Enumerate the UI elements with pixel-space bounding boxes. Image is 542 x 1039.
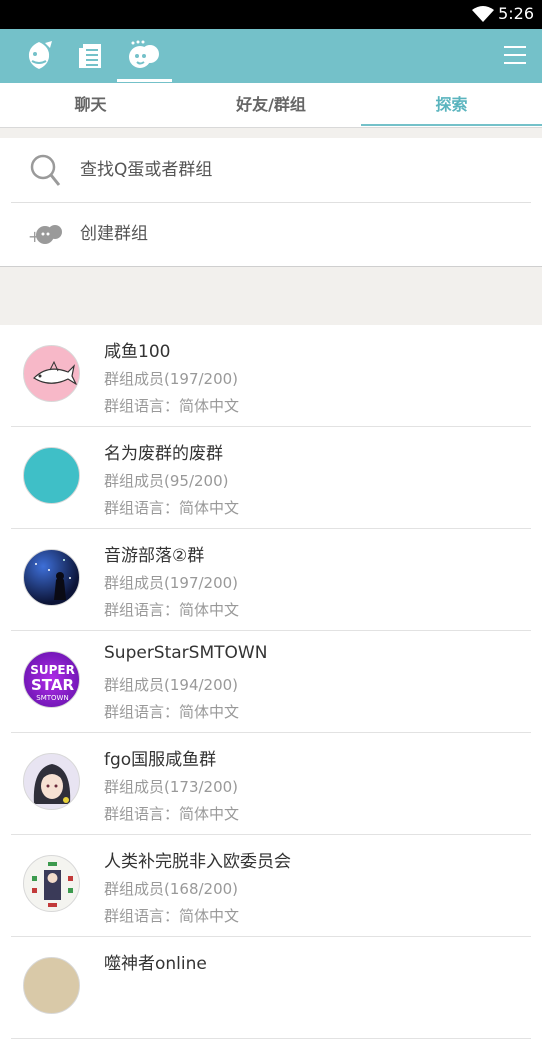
group-members: 群组成员(168/200) [104, 880, 239, 898]
group-name: SuperStarSMTOWN [104, 643, 268, 663]
group-name: 人类补完脱非入欧委员会 [104, 852, 291, 872]
chat-fish-icon[interactable] [22, 39, 56, 73]
status-time: 5:26 [498, 4, 534, 23]
app-bar [0, 29, 542, 83]
group-members: 群组成员(173/200) [104, 778, 239, 796]
search-row[interactable]: 查找Q蛋或者群组 [0, 138, 542, 202]
group-list: 咸鱼100 群组成员(197/200) 群组语言：简体中文 名为废群的废群 群组… [0, 325, 542, 1039]
group-name: 名为废群的废群 [104, 444, 223, 464]
group-language: 群组语言：简体中文 [104, 805, 240, 823]
status-bar: 5:26 [0, 0, 542, 29]
superstar-logo-avatar: SUPER STAR SMTOWN [23, 651, 80, 708]
group-language: 群组语言：简体中文 [104, 907, 240, 925]
plain-teal-avatar [23, 447, 80, 504]
list-item[interactable]: 人类补完脱非入欧委员会 群组成员(168/200) 群组语言：简体中文 [11, 835, 531, 937]
action-card: 查找Q蛋或者群组 + 创建群组 [0, 138, 542, 267]
group-language: 群组语言：简体中文 [104, 397, 240, 415]
spacer [0, 128, 542, 138]
create-group-row[interactable]: + 创建群组 [0, 202, 542, 266]
group-name: fgo国服咸鱼群 [104, 750, 217, 770]
menu-icon[interactable] [504, 46, 526, 66]
wifi-icon [472, 6, 494, 22]
svg-text:STAR: STAR [31, 676, 74, 694]
group-language: 群组语言：简体中文 [104, 499, 240, 517]
group-language: 群组语言：简体中文 [104, 601, 240, 619]
anime-girl-avatar [23, 753, 80, 810]
list-item[interactable]: fgo国服咸鱼群 群组成员(173/200) 群组语言：简体中文 [11, 733, 531, 835]
subtab-indicator [361, 124, 542, 126]
group-name: 噬神者online [104, 954, 207, 974]
explore-face-icon[interactable] [127, 39, 161, 73]
group-members: 群组成员(197/200) [104, 370, 239, 388]
list-item[interactable]: 名为废群的废群 群组成员(95/200) 群组语言：简体中文 [11, 427, 531, 529]
list-item[interactable]: 咸鱼100 群组成员(197/200) 群组语言：简体中文 [11, 325, 531, 427]
partial-avatar [23, 957, 80, 1014]
night-sky-avatar [23, 549, 80, 606]
spacer [0, 267, 542, 325]
list-item[interactable]: SUPER STAR SMTOWN SuperStarSMTOWN 群组成员(1… [11, 631, 531, 733]
create-group-icon: + [28, 225, 62, 246]
group-name: 咸鱼100 [104, 342, 171, 362]
active-tab-indicator [117, 79, 172, 82]
create-group-label: 创建群组 [80, 224, 148, 244]
fish-avatar [23, 345, 80, 402]
group-language: 群组语言：简体中文 [104, 703, 240, 721]
list-item[interactable]: 音游部落②群 群组成员(197/200) 群组语言：简体中文 [11, 529, 531, 631]
notes-icon[interactable] [74, 39, 108, 73]
card-art-avatar [23, 855, 80, 912]
group-members: 群组成员(197/200) [104, 574, 239, 592]
tab-chat[interactable]: 聊天 [0, 83, 181, 127]
search-icon [30, 154, 61, 186]
group-members: 群组成员(95/200) [104, 472, 229, 490]
svg-text:SUPER: SUPER [30, 663, 75, 677]
search-label: 查找Q蛋或者群组 [80, 160, 213, 180]
tab-friends-groups[interactable]: 好友/群组 [181, 83, 361, 127]
tab-explore[interactable]: 探索 [361, 83, 542, 127]
svg-text:SMTOWN: SMTOWN [36, 694, 68, 702]
group-members: 群组成员(194/200) [104, 676, 239, 694]
sub-tabs: 聊天 好友/群组 探索 [0, 83, 542, 128]
list-item[interactable]: 噬神者online [11, 937, 531, 1039]
group-name: 音游部落②群 [104, 546, 205, 566]
